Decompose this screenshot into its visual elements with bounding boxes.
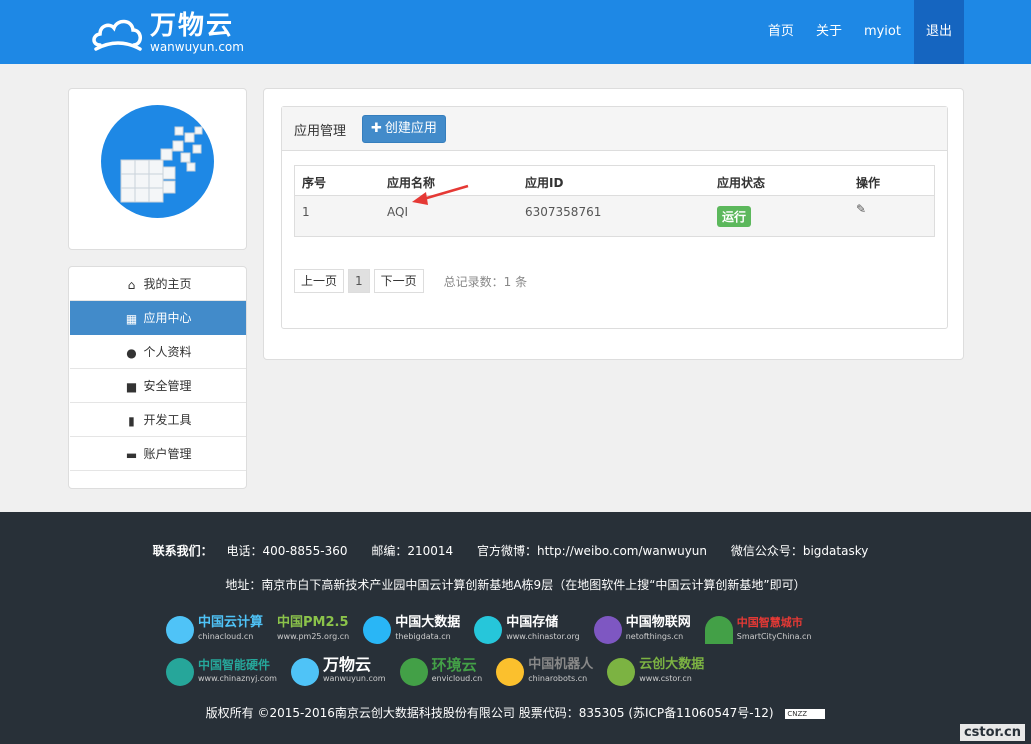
panel-header: 应用管理 ✚ 创建应用 bbox=[282, 107, 947, 151]
home-icon: ⌂ bbox=[127, 278, 136, 292]
red-arrow-icon bbox=[412, 184, 469, 205]
sidebar-item-security[interactable]: ■ 安全管理 bbox=[70, 369, 246, 403]
grid-icon: ▦ bbox=[125, 312, 138, 326]
partner-logos-row2: 中国智能硬件 www.chinaznyj.com 万物云 wanwuyun.com … bbox=[166, 654, 886, 690]
nav-logout[interactable]: 退出 bbox=[913, 0, 964, 64]
plus-icon: ✚ bbox=[371, 121, 382, 136]
tree-icon bbox=[399, 658, 428, 686]
user-icon: ● bbox=[126, 346, 137, 360]
palm-icon bbox=[704, 616, 733, 644]
partner-logo-envicloud[interactable]: 环境云 envicloud.cn bbox=[399, 654, 482, 690]
pagination: 上一页 1 下一页 总记录数：1 条 bbox=[294, 269, 527, 293]
partner-logo-cstor[interactable]: 云创大数据 www.cstor.cn bbox=[607, 654, 704, 690]
wechat-text: 微信公众号：bigdatasky bbox=[730, 544, 869, 558]
logo-cn-text: 万物云 bbox=[150, 11, 235, 41]
col-status: 应用状态 bbox=[717, 176, 766, 190]
partner-logo-chinastor[interactable]: 中国存储 www.chinastor.org bbox=[474, 612, 580, 648]
partner-logo-wanwuyun[interactable]: 万物云 wanwuyun.com bbox=[290, 654, 386, 690]
copyright-line: 版权所有 ©2015-2016南京云创大数据科技股份有限公司 股票代码：8353… bbox=[0, 704, 1031, 721]
watermark-text: cstor.cn bbox=[959, 724, 1025, 741]
prev-page-button[interactable]: 上一页 bbox=[294, 269, 345, 293]
next-page-button[interactable]: 下一页 bbox=[373, 269, 424, 293]
partner-logos-row1: 中国云计算 chinacloud.cn 中国PM2.5 www.pm25.org.c… bbox=[166, 612, 886, 648]
edit-pencil-icon[interactable]: ✎ bbox=[856, 202, 866, 216]
book-icon: ▮ bbox=[128, 414, 135, 428]
partner-logo-robots[interactable]: 中国机器人 chinarobots.cn bbox=[496, 654, 593, 690]
cubes-icon bbox=[120, 126, 203, 203]
site-logo[interactable]: 万物云 wanwuyun.com bbox=[90, 10, 244, 56]
copyright-text: 版权所有 ©2015-2016南京云创大数据科技股份有限公司 股票代码：8353… bbox=[205, 706, 774, 720]
apps-table: 序号 应用名称 应用ID 应用状态 操作 1 AQI 6307358761 运行… bbox=[294, 165, 935, 237]
cell-app-name[interactable]: AQI bbox=[387, 205, 408, 219]
globe-icon bbox=[593, 616, 622, 644]
logo-en-text: wanwuyun.com bbox=[150, 40, 244, 54]
swirl-icon bbox=[607, 658, 636, 686]
col-index: 序号 bbox=[302, 176, 327, 190]
nav-home[interactable]: 首页 bbox=[757, 0, 805, 64]
card-icon: ▬ bbox=[125, 448, 138, 462]
weibo-link[interactable]: 官方微博：http://weibo.com/wanwuyun bbox=[477, 544, 707, 558]
nav-user[interactable]: myiot bbox=[853, 0, 912, 64]
cloud-logo-icon bbox=[92, 19, 142, 51]
contact-label: 联系我们： bbox=[152, 544, 213, 558]
gear-icon bbox=[166, 658, 194, 686]
postcode-text: 邮编：210014 bbox=[371, 544, 454, 558]
sidebar-item-home[interactable]: ⌂ 我的主页 bbox=[70, 267, 246, 301]
tornado-icon bbox=[363, 616, 392, 644]
top-nav: 首页 关于 myiot 退出 bbox=[757, 0, 964, 64]
footer: 联系我们： 电话：400-8855-360 邮编：210014 官方微博：htt… bbox=[0, 512, 1031, 744]
nav-about[interactable]: 关于 bbox=[805, 0, 853, 64]
partner-logo-pm25[interactable]: 中国PM2.5 www.pm25.org.cn bbox=[277, 612, 349, 648]
partner-logo-smartcity[interactable]: 中国智慧城市 SmartCityChina.cn bbox=[704, 612, 812, 648]
partner-logo-chinacloud[interactable]: 中国云计算 chinacloud.cn bbox=[166, 612, 263, 648]
current-page-button[interactable]: 1 bbox=[348, 269, 370, 293]
address-text: 地址：南京市白下高新技术产业园中国云计算创新基地A栋9层（在地图软件上搜“中国云… bbox=[225, 578, 806, 592]
col-app-id: 应用ID bbox=[525, 176, 564, 190]
side-nav: ⌂ 我的主页 ▦ 应用中心 ● 个人资料 ■ 安全管理 ▮ 开发工具 ▬ 账户管理 bbox=[68, 266, 247, 489]
partner-logo-iot[interactable]: 中国物联网 netofthings.cn bbox=[593, 612, 691, 648]
sidebar-item-account[interactable]: ▬ 账户管理 bbox=[70, 437, 246, 471]
main-panel: 应用管理 ✚ 创建应用 序号 应用名称 应用ID 应用状态 操作 1 AQI 63… bbox=[263, 88, 964, 360]
cloud-icon bbox=[166, 616, 194, 644]
contact-line: 联系我们： 电话：400-8855-360 邮编：210014 官方微博：htt… bbox=[0, 542, 1031, 559]
cnzz-badge[interactable]: CNZZ bbox=[785, 708, 826, 719]
table-row: 1 AQI 6307358761 运行 ✎ bbox=[295, 196, 934, 236]
panel-title: 应用管理 bbox=[294, 124, 347, 139]
avatar bbox=[101, 105, 214, 218]
total-records: 总记录数：1 条 bbox=[443, 274, 528, 289]
top-header: 万物云 wanwuyun.com 首页 关于 myiot 退出 bbox=[0, 0, 1031, 64]
cell-app-id: 6307358761 bbox=[525, 205, 602, 219]
status-badge: 运行 bbox=[717, 206, 752, 227]
col-actions: 操作 bbox=[856, 176, 881, 190]
partner-logo-smart-hardware[interactable]: 中国智能硬件 www.chinaznyj.com bbox=[166, 654, 277, 690]
create-app-button[interactable]: ✚ 创建应用 bbox=[362, 115, 446, 143]
sidebar-item-profile[interactable]: ● 个人资料 bbox=[70, 335, 246, 369]
sidebar-item-devtools[interactable]: ▮ 开发工具 bbox=[70, 403, 246, 437]
lock-icon: ■ bbox=[125, 380, 138, 394]
table-header-row: 序号 应用名称 应用ID 应用状态 操作 bbox=[295, 166, 934, 196]
partner-logo-bigdata[interactable]: 中国大数据 thebigdata.cn bbox=[363, 612, 460, 648]
cloud-icon bbox=[290, 658, 319, 686]
app-management-panel: 应用管理 ✚ 创建应用 序号 应用名称 应用ID 应用状态 操作 1 AQI 63… bbox=[281, 106, 948, 329]
storage-cloud-icon bbox=[474, 616, 503, 644]
cell-index: 1 bbox=[302, 205, 310, 219]
sidebar-item-app-center[interactable]: ▦ 应用中心 bbox=[70, 301, 246, 335]
phone-text: 电话：400-8855-360 bbox=[226, 544, 348, 558]
profile-card bbox=[68, 88, 247, 250]
robot-head-icon bbox=[496, 658, 525, 686]
